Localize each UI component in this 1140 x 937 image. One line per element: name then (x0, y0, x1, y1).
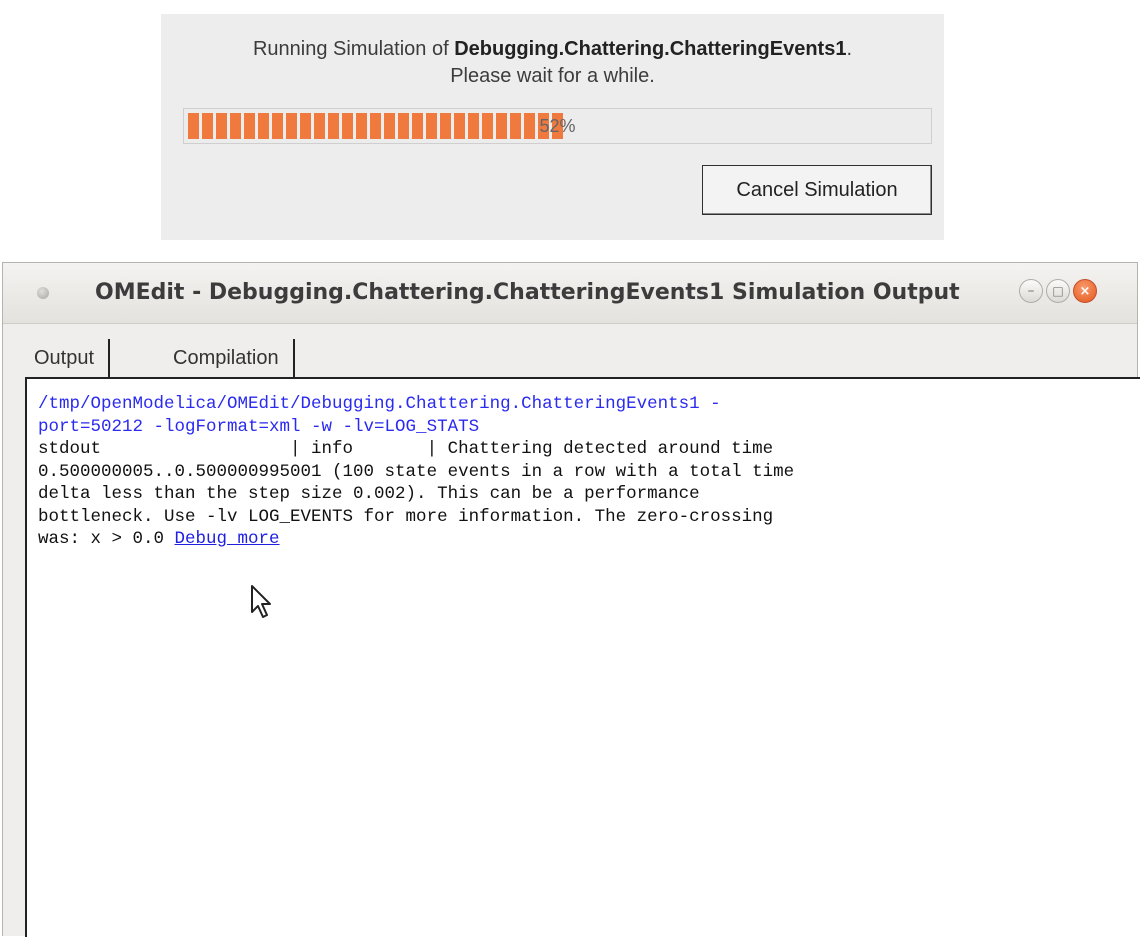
message-suffix: . (846, 38, 853, 60)
maximize-button[interactable]: □ (1046, 279, 1070, 303)
progress-message: Running Simulation of Debugging.Chatteri… (161, 36, 944, 90)
minimize-icon: – (1027, 283, 1035, 299)
cancel-simulation-button[interactable]: Cancel Simulation (702, 165, 932, 215)
simulation-output-text[interactable]: /tmp/OpenModelica/OMEdit/Debugging.Chatt… (25, 377, 1140, 937)
maximize-icon: □ (1052, 284, 1064, 298)
simulation-output-window: OMEdit - Debugging.Chattering.Chattering… (2, 262, 1140, 937)
window-menu-icon[interactable] (37, 287, 49, 299)
log-message-last-line: was: x > 0.0 Debug more (38, 528, 1140, 551)
title-bar[interactable]: OMEdit - Debugging.Chattering.Chattering… (3, 263, 1137, 324)
simulation-progress-dialog: Running Simulation of Debugging.Chatteri… (161, 14, 944, 240)
simulation-progress-bar: 52% (183, 108, 932, 144)
command-line-continued: port=50212 -logFormat=xml -w -lv=LOG_STA… (38, 416, 480, 437)
log-message-text: was: x > 0.0 (38, 529, 175, 549)
command-line: /tmp/OpenModelica/OMEdit/Debugging.Chatt… (38, 394, 721, 414)
wait-message: Please wait for a while. (450, 65, 655, 87)
debug-more-link[interactable]: Debug more (175, 529, 280, 549)
mouse-cursor-icon (251, 585, 271, 618)
log-message-line: 0.500000005..0.500000995001 (100 state e… (38, 461, 795, 482)
window-title: OMEdit - Debugging.Chattering.Chattering… (95, 280, 960, 305)
log-message-header: stdout | info | Chattering detected arou… (38, 439, 774, 459)
close-button[interactable]: × (1073, 279, 1097, 303)
message-prefix: Running Simulation of (252, 38, 455, 60)
tab-output[interactable]: Output (20, 339, 111, 377)
model-name: Debugging.Chattering.ChatteringEvents1 (454, 38, 847, 60)
progress-percent: 52% (539, 116, 576, 136)
minimize-button[interactable]: – (1019, 279, 1043, 303)
tab-compilation[interactable]: Compilation (159, 339, 295, 377)
log-message-line: bottleneck. Use -lv LOG_EVENTS for more … (38, 506, 774, 527)
close-icon: × (1079, 283, 1091, 299)
log-message-line: delta less than the step size 0.002). Th… (38, 484, 700, 504)
